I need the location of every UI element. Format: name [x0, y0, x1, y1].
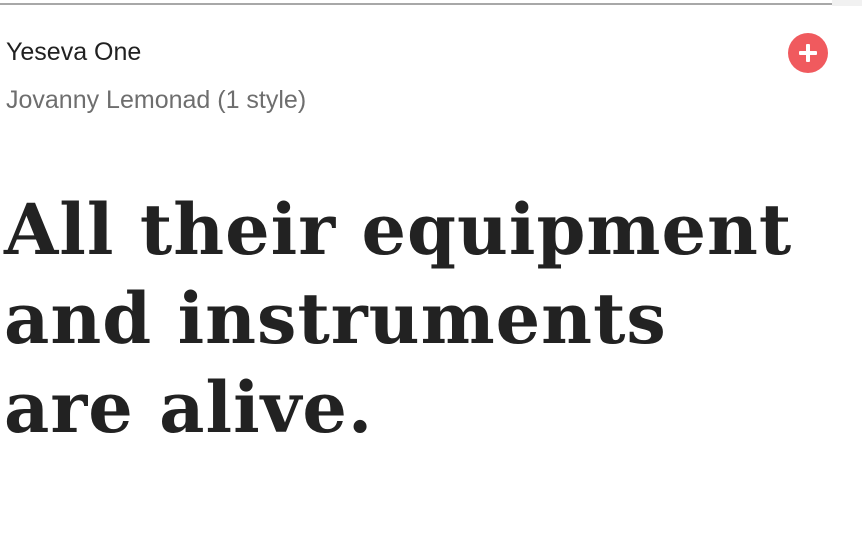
- sample-text: All their equipment and instruments are …: [4, 185, 832, 452]
- plus-icon: [799, 44, 817, 62]
- top-edge-shadow: [832, 0, 862, 6]
- font-card[interactable]: Yeseva One Jovanny Lemonad (1 style) All…: [0, 5, 832, 558]
- sample-line-2: and instruments: [4, 277, 667, 360]
- add-font-button[interactable]: [788, 33, 828, 73]
- sample-line-1: All their equipment: [4, 188, 793, 271]
- font-name[interactable]: Yeseva One: [6, 37, 141, 67]
- designer-name[interactable]: Jovanny Lemonad (1 style): [6, 85, 306, 115]
- sample-line-3: are alive.: [4, 366, 374, 449]
